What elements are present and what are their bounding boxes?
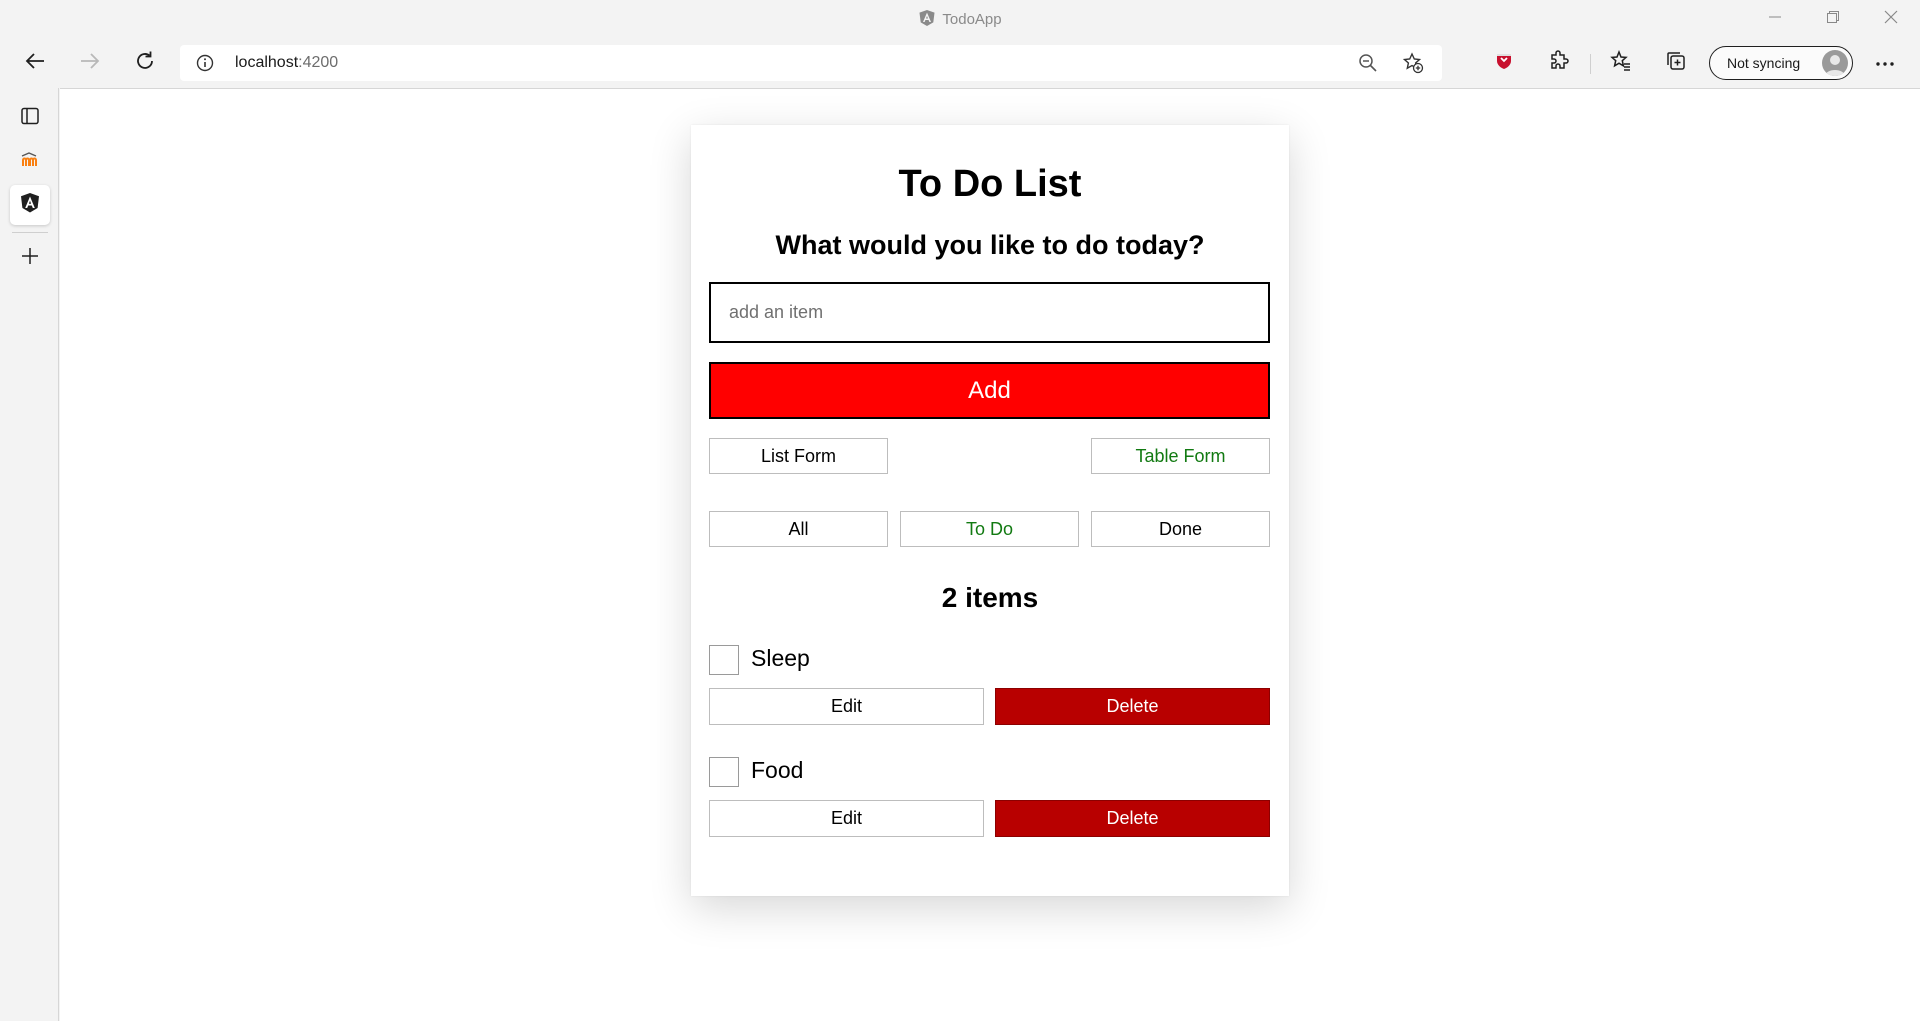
filter-all-button[interactable]: All: [709, 511, 888, 547]
tab-todoapp[interactable]: [10, 185, 50, 225]
table-form-button[interactable]: Table Form: [1091, 438, 1270, 474]
item-label: Food: [751, 757, 804, 783]
window-titlebar: TodoApp: [0, 0, 1920, 38]
more-icon: [1875, 54, 1895, 72]
minimize-button[interactable]: [1746, 0, 1804, 38]
url-text[interactable]: localhost:4200: [235, 54, 338, 72]
url-host: localhost: [235, 54, 299, 71]
window-title-text: TodoApp: [942, 11, 1002, 28]
sync-label: Not syncing: [1727, 55, 1801, 71]
angular-icon: [918, 9, 936, 31]
tab-moodle[interactable]: [10, 141, 50, 181]
add-favorite-icon[interactable]: [1402, 52, 1424, 79]
zoom-out-icon[interactable]: [1358, 53, 1378, 78]
tabs-icon: [20, 106, 40, 131]
item-checkbox[interactable]: [709, 757, 739, 787]
forward-arrow-icon: [79, 50, 101, 77]
restore-icon: [1827, 10, 1839, 28]
url-port: :4200: [298, 54, 339, 71]
page-title: To Do List: [898, 163, 1082, 205]
item-label: Sleep: [751, 645, 810, 671]
close-icon: [1884, 10, 1898, 29]
sync-profile-button[interactable]: Not syncing: [1709, 46, 1853, 80]
tab-actions-button[interactable]: [10, 98, 50, 138]
favorites-icon: [1610, 49, 1632, 77]
edit-button[interactable]: Edit: [709, 800, 984, 837]
shield-extension-icon: [1494, 51, 1514, 76]
todo-card: To Do List What would you like to do tod…: [691, 125, 1289, 896]
extensions-icon: [1548, 49, 1570, 77]
delete-button[interactable]: Delete: [995, 688, 1270, 725]
browser-toolbar: localhost:4200 Not syncing: [0, 38, 1920, 88]
sidebar-divider: [12, 232, 48, 233]
address-bar[interactable]: localhost:4200: [180, 45, 1442, 81]
new-tab-button[interactable]: [10, 238, 50, 278]
close-window-button[interactable]: [1862, 0, 1920, 38]
restore-button[interactable]: [1804, 0, 1862, 38]
profile-avatar-icon: [1822, 50, 1848, 76]
back-button[interactable]: [16, 44, 54, 82]
page-viewport: To Do List What would you like to do tod…: [60, 88, 1920, 1021]
add-icon: [21, 247, 39, 270]
toolbar-divider: [1590, 54, 1591, 74]
moodle-icon: [20, 151, 40, 172]
info-icon[interactable]: [196, 54, 214, 77]
collections-icon: [1665, 50, 1687, 77]
add-item-input[interactable]: [709, 282, 1270, 343]
minimize-icon: [1769, 10, 1781, 28]
item-count: 2 items: [941, 582, 1039, 613]
refresh-button[interactable]: [126, 44, 164, 82]
page-subtitle: What would you like to do today?: [775, 230, 1205, 260]
back-arrow-icon: [24, 50, 46, 77]
more-menu-button[interactable]: [1866, 44, 1904, 82]
add-button[interactable]: Add: [709, 362, 1270, 419]
list-form-button[interactable]: List Form: [709, 438, 888, 474]
vertical-tabs-sidebar: [0, 88, 59, 1021]
extensions-button[interactable]: [1540, 44, 1578, 82]
delete-button[interactable]: Delete: [995, 800, 1270, 837]
favorites-button[interactable]: [1602, 44, 1640, 82]
filter-todo-button[interactable]: To Do: [900, 511, 1079, 547]
window-title: TodoApp: [0, 9, 1920, 31]
filter-done-button[interactable]: Done: [1091, 511, 1270, 547]
shield-extension-button[interactable]: [1485, 44, 1523, 82]
item-checkbox[interactable]: [709, 645, 739, 675]
angular-icon: [20, 192, 40, 219]
edit-button[interactable]: Edit: [709, 688, 984, 725]
forward-button[interactable]: [71, 44, 109, 82]
refresh-icon: [134, 50, 156, 77]
collections-button[interactable]: [1657, 44, 1695, 82]
